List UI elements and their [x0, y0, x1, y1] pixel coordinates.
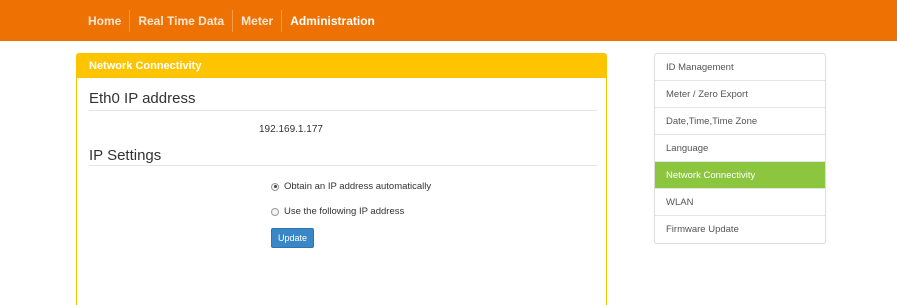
- nav-administration[interactable]: Administration: [282, 10, 383, 32]
- radio-button[interactable]: [271, 207, 279, 216]
- panel-heading: Network Connectivity: [77, 54, 606, 78]
- ip-settings-title: IP Settings: [89, 147, 162, 164]
- top-navbar: Home Real Time Data Meter Administration: [0, 0, 897, 41]
- radio-use-following[interactable]: Use the following IP address: [271, 206, 404, 217]
- sidebar-item-meter-zero-export[interactable]: Meter / Zero Export: [655, 81, 825, 108]
- eth0-ip-value: 192.169.1.177: [259, 124, 323, 135]
- sidebar-item-firmware-update[interactable]: Firmware Update: [655, 216, 825, 243]
- network-connectivity-panel: Network Connectivity Eth0 IP address 192…: [76, 53, 607, 305]
- radio-button-selected[interactable]: [271, 182, 279, 191]
- sidebar-item-date-time-zone[interactable]: Date,Time,Time Zone: [655, 108, 825, 135]
- sidebar-item-language[interactable]: Language: [655, 135, 825, 162]
- sidebar-item-wlan[interactable]: WLAN: [655, 189, 825, 216]
- nav-real-time-data[interactable]: Real Time Data: [130, 9, 234, 32]
- nav-home[interactable]: Home: [80, 9, 131, 32]
- radio-label-obtain-automatically: Obtain an IP address automatically: [284, 181, 432, 192]
- main-nav: Home Real Time Data Meter Administration: [80, 0, 383, 41]
- sidebar-item-network-connectivity[interactable]: Network Connectivity: [655, 162, 825, 189]
- admin-sidebar: ID Management Meter / Zero Export Date,T…: [654, 53, 826, 244]
- update-button[interactable]: Update: [271, 228, 314, 248]
- sidebar-item-id-management[interactable]: ID Management: [655, 54, 825, 81]
- radio-label-use-following: Use the following IP address: [284, 206, 405, 217]
- section-divider: [89, 110, 597, 111]
- nav-meter[interactable]: Meter: [233, 9, 283, 32]
- section-divider: [89, 165, 597, 166]
- eth0-section-title: Eth0 IP address: [89, 90, 196, 107]
- radio-obtain-automatically[interactable]: Obtain an IP address automatically: [271, 181, 431, 192]
